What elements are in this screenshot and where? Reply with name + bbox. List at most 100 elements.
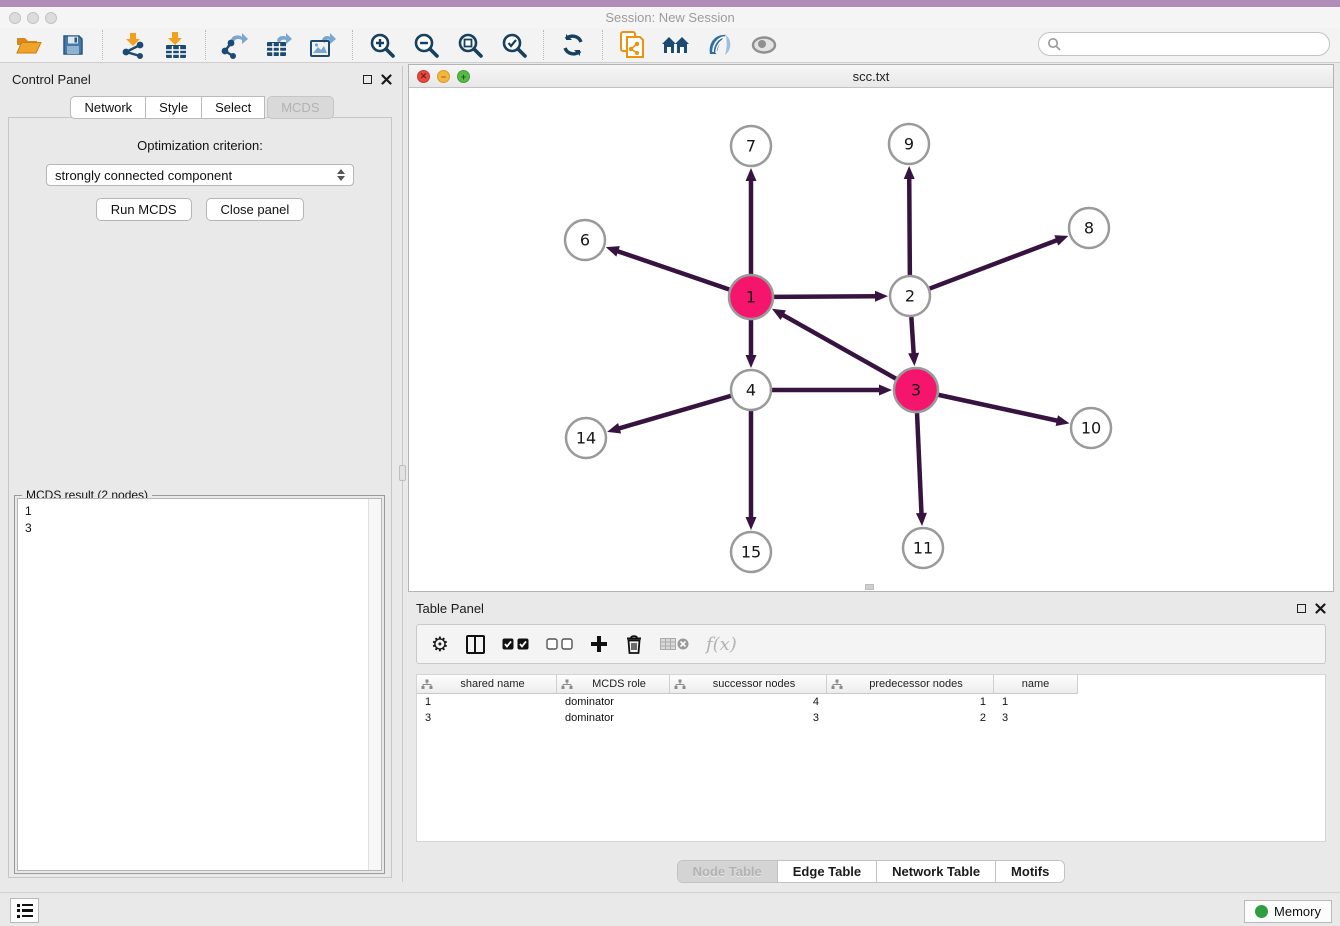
zoom-selected-button[interactable] (497, 30, 531, 60)
edge-3-1[interactable] (781, 314, 895, 379)
edge-arrowhead (875, 291, 888, 302)
hierarchy-icon (831, 679, 843, 690)
cell-name[interactable]: 3 (994, 710, 1078, 726)
table-row-2[interactable]: 3dominator323 (417, 710, 1325, 726)
memory-label: Memory (1274, 904, 1321, 919)
show-hide-button[interactable] (747, 30, 781, 60)
cell-predecessor-nodes[interactable]: 1 (827, 694, 994, 710)
select-all-columns-button[interactable] (502, 638, 529, 650)
checked-box-icon (502, 638, 514, 650)
task-history-button[interactable] (10, 898, 39, 923)
tab-edge-table[interactable]: Edge Table (778, 861, 877, 882)
toolbar-search[interactable] (1038, 32, 1330, 56)
cell-MCDS-role[interactable]: dominator (557, 694, 670, 710)
open-folder-icon (15, 33, 43, 57)
hierarchy-icon (674, 679, 686, 690)
export-image-button[interactable] (306, 30, 340, 60)
panel-divider-grip[interactable] (399, 465, 406, 481)
tab-node-table[interactable]: Node Table (678, 861, 778, 882)
table-panel-float-icon[interactable] (1297, 604, 1306, 613)
export-table-button[interactable] (262, 30, 296, 60)
edge-3-10[interactable] (938, 395, 1058, 421)
hierarchy-icon (421, 679, 433, 690)
tab-style[interactable]: Style (145, 96, 201, 119)
run-mcds-button[interactable]: Run MCDS (96, 198, 192, 221)
graph-node-label-8: 8 (1084, 219, 1094, 238)
control-panel-close-icon[interactable] (381, 74, 392, 85)
function-builder-button-disabled[interactable]: f(x) (706, 634, 737, 655)
cell-successor-nodes[interactable]: 4 (670, 694, 827, 710)
search-input[interactable] (1061, 34, 1329, 54)
delete-column-button[interactable] (625, 634, 643, 654)
circle-x-icon (677, 638, 689, 650)
apply-style-button[interactable] (703, 30, 737, 60)
cell-predecessor-nodes[interactable]: 2 (827, 710, 994, 726)
tab-network-table[interactable]: Network Table (877, 861, 996, 882)
table-settings-button[interactable]: ⚙ (431, 634, 449, 654)
column-header-successor-nodes[interactable]: successor nodes (670, 675, 827, 694)
edge-2-3[interactable] (911, 317, 913, 355)
column-header-shared-name[interactable]: shared name (417, 675, 557, 694)
table-panel-close-icon[interactable] (1315, 603, 1326, 614)
refresh-icon (560, 32, 586, 58)
zoom-out-icon (413, 32, 440, 59)
optimization-criterion-select[interactable]: strongly connected component (46, 164, 354, 186)
add-column-button[interactable] (590, 635, 608, 653)
cell-shared-name[interactable]: 3 (417, 710, 557, 726)
network-canvas[interactable]: 7968124314101511 (409, 88, 1333, 591)
tab-select[interactable]: Select (201, 96, 265, 119)
column-header-predecessor-nodes[interactable]: predecessor nodes (827, 675, 994, 694)
edge-1-2[interactable] (774, 296, 877, 297)
cell-MCDS-role[interactable]: dominator (557, 710, 670, 726)
toggle-column-panel-button[interactable] (466, 635, 485, 654)
mini-table-icon (660, 638, 676, 650)
network-graph[interactable]: 7968124314101511 (409, 88, 1333, 591)
network-window-titlebar[interactable]: ✕ − + scc.txt (409, 65, 1333, 88)
cell-name[interactable]: 1 (994, 694, 1078, 710)
main-toolbar (0, 28, 1340, 63)
edge-1-6[interactable] (616, 251, 729, 290)
column-label: MCDS role (573, 678, 665, 690)
save-session-button[interactable] (56, 30, 90, 60)
export-network-button[interactable] (218, 30, 252, 60)
network-hscroll-thumb[interactable] (865, 584, 874, 590)
close-panel-button[interactable]: Close panel (206, 198, 305, 221)
table-panel-title: Table Panel (416, 601, 484, 616)
node-table[interactable]: shared name MCDS role successor nodesprede… (416, 674, 1326, 842)
zoom-selected-icon (501, 32, 528, 59)
delete-table-button-disabled[interactable] (660, 638, 689, 650)
edge-arrowhead (916, 513, 927, 526)
refresh-view-button[interactable] (556, 30, 590, 60)
clone-network-button[interactable] (615, 30, 649, 60)
deselect-all-columns-button[interactable] (546, 638, 573, 650)
edge-arrowhead (606, 246, 620, 256)
node-table-header: shared name MCDS role successor nodesprede… (417, 675, 1325, 694)
cell-shared-name[interactable]: 1 (417, 694, 557, 710)
zoom-out-button[interactable] (409, 30, 443, 60)
zoom-fit-button[interactable] (453, 30, 487, 60)
tab-network[interactable]: Network (70, 96, 145, 119)
tab-mcds[interactable]: MCDS (267, 96, 333, 119)
table-row-1[interactable]: 1dominator411 (417, 694, 1325, 710)
edge-3-11[interactable] (917, 413, 922, 515)
export-network-icon (221, 31, 249, 59)
control-panel-float-icon[interactable] (363, 75, 372, 84)
column-header-name[interactable]: name (994, 675, 1078, 694)
import-network-button[interactable] (115, 30, 149, 60)
memory-status-icon (1255, 905, 1268, 918)
edge-2-9[interactable] (909, 177, 910, 275)
home-layout-button[interactable] (659, 30, 693, 60)
mcds-result-scrollbar[interactable] (368, 499, 381, 870)
mcds-result-area[interactable]: 1 3 (17, 498, 382, 871)
open-file-button[interactable] (12, 30, 46, 60)
tab-motifs[interactable]: Motifs (996, 861, 1064, 882)
zoom-in-button[interactable] (365, 30, 399, 60)
memory-button[interactable]: Memory (1244, 900, 1332, 923)
import-table-button[interactable] (159, 30, 193, 60)
app-title: Session: New Session (0, 10, 1340, 25)
edge-2-8[interactable] (930, 240, 1059, 289)
column-header-MCDS-role[interactable]: MCDS role (557, 675, 670, 694)
cell-successor-nodes[interactable]: 3 (670, 710, 827, 726)
edge-4-14[interactable] (618, 396, 731, 429)
network-window: ✕ − + scc.txt 7968124314101511 (408, 64, 1334, 592)
